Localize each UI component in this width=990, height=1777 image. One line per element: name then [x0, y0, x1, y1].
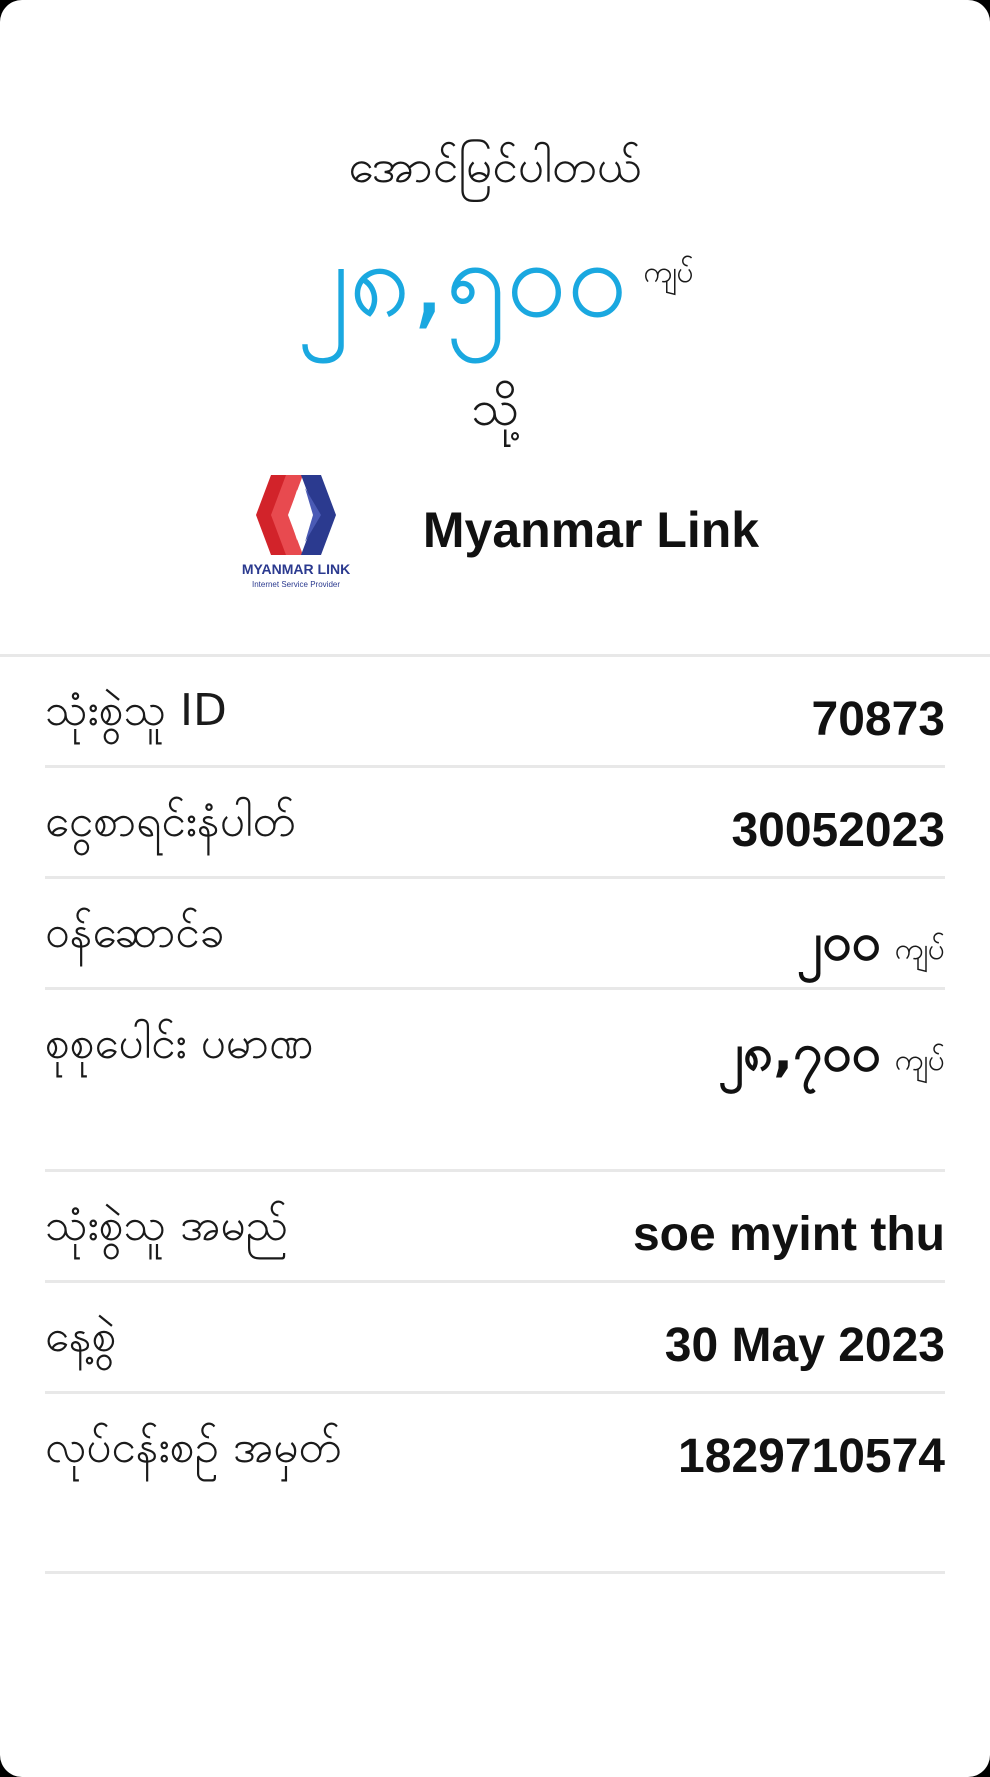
- to-label: သို့: [470, 379, 520, 437]
- detail-label: သုံးစွဲသူ အမည်: [45, 1200, 289, 1251]
- detail-value: 30052023: [731, 804, 945, 857]
- detail-row-service-fee: ဝန်ဆောင်ခ ၂၀၀ ကျပ်: [45, 879, 945, 990]
- detail-label: ဝန်ဆောင်ခ: [45, 907, 225, 958]
- detail-unit: ကျပ်: [894, 932, 945, 967]
- detail-value: 1829710574: [678, 1430, 945, 1483]
- detail-row-total-amount: စုစုပေါင်း ပမာဏ ၂၈,၇၀၀ ကျပ်: [45, 990, 945, 1172]
- logo-chevron-mark: [255, 475, 336, 555]
- amount-row: ၂၈,၅၀၀ ကျပ်: [0, 215, 990, 345]
- detail-value-group: ၂၀၀ ကျပ်: [797, 879, 945, 983]
- logo-text: MYANMAR LINK: [242, 561, 350, 577]
- detail-value: ၂၈,၇၀၀: [717, 1023, 881, 1083]
- detail-row-transaction-id: လုပ်ငန်းစဉ် အမှတ် 1829710574: [45, 1394, 945, 1574]
- detail-label: သုံးစွဲသူ ID: [45, 685, 227, 736]
- receipt-header: အောင်မြင်ပါတယ် ၂၈,၅၀၀ ကျပ် သို့ MYANMAR …: [0, 0, 990, 655]
- detail-label: ငွေစာရင်းနံပါတ်: [45, 796, 296, 847]
- detail-row-customer-name: သုံးစွဲသူ အမည် soe myint thu: [45, 1172, 945, 1283]
- myanmar-link-logo: MYANMAR LINK Internet Service Provider: [242, 475, 350, 589]
- detail-value-group: ၂၈,၇၀၀ ကျပ်: [718, 990, 945, 1094]
- detail-label: လုပ်ငန်းစဉ် အမှတ်: [45, 1422, 342, 1473]
- amount-value: ၂၈,၅၀၀: [296, 217, 628, 342]
- detail-value: 30 May 2023: [664, 1319, 945, 1372]
- detail-row-customer-id: သုံးစွဲသူ ID 70873: [45, 657, 945, 768]
- detail-row-account-number: ငွေစာရင်းနံပါတ် 30052023: [45, 768, 945, 879]
- receipt-card: အောင်မြင်ပါတယ် ၂၈,၅၀၀ ကျပ် သို့ MYANMAR …: [0, 0, 990, 1777]
- status-title: အောင်မြင်ပါတယ်: [348, 139, 642, 193]
- detail-label: နေ့စွဲ: [45, 1311, 117, 1362]
- details-list: သုံးစွဲသူ ID 70873 ငွေစာရင်းနံပါတ် 30052…: [45, 657, 945, 1574]
- detail-value: 70873: [811, 693, 945, 746]
- detail-value: soe myint thu: [632, 1208, 945, 1261]
- amount-unit: ကျပ်: [643, 255, 694, 290]
- biller-row: MYANMAR LINK Internet Service Provider M…: [0, 470, 990, 590]
- biller-name: Myanmar Link: [422, 502, 760, 558]
- detail-value: ၂၀၀: [796, 912, 881, 972]
- logo-subtext: Internet Service Provider: [252, 580, 340, 589]
- detail-label: စုစုပေါင်း ပမာဏ: [45, 1018, 314, 1069]
- detail-unit: ကျပ်: [894, 1043, 945, 1078]
- detail-row-date: နေ့စွဲ 30 May 2023: [45, 1283, 945, 1394]
